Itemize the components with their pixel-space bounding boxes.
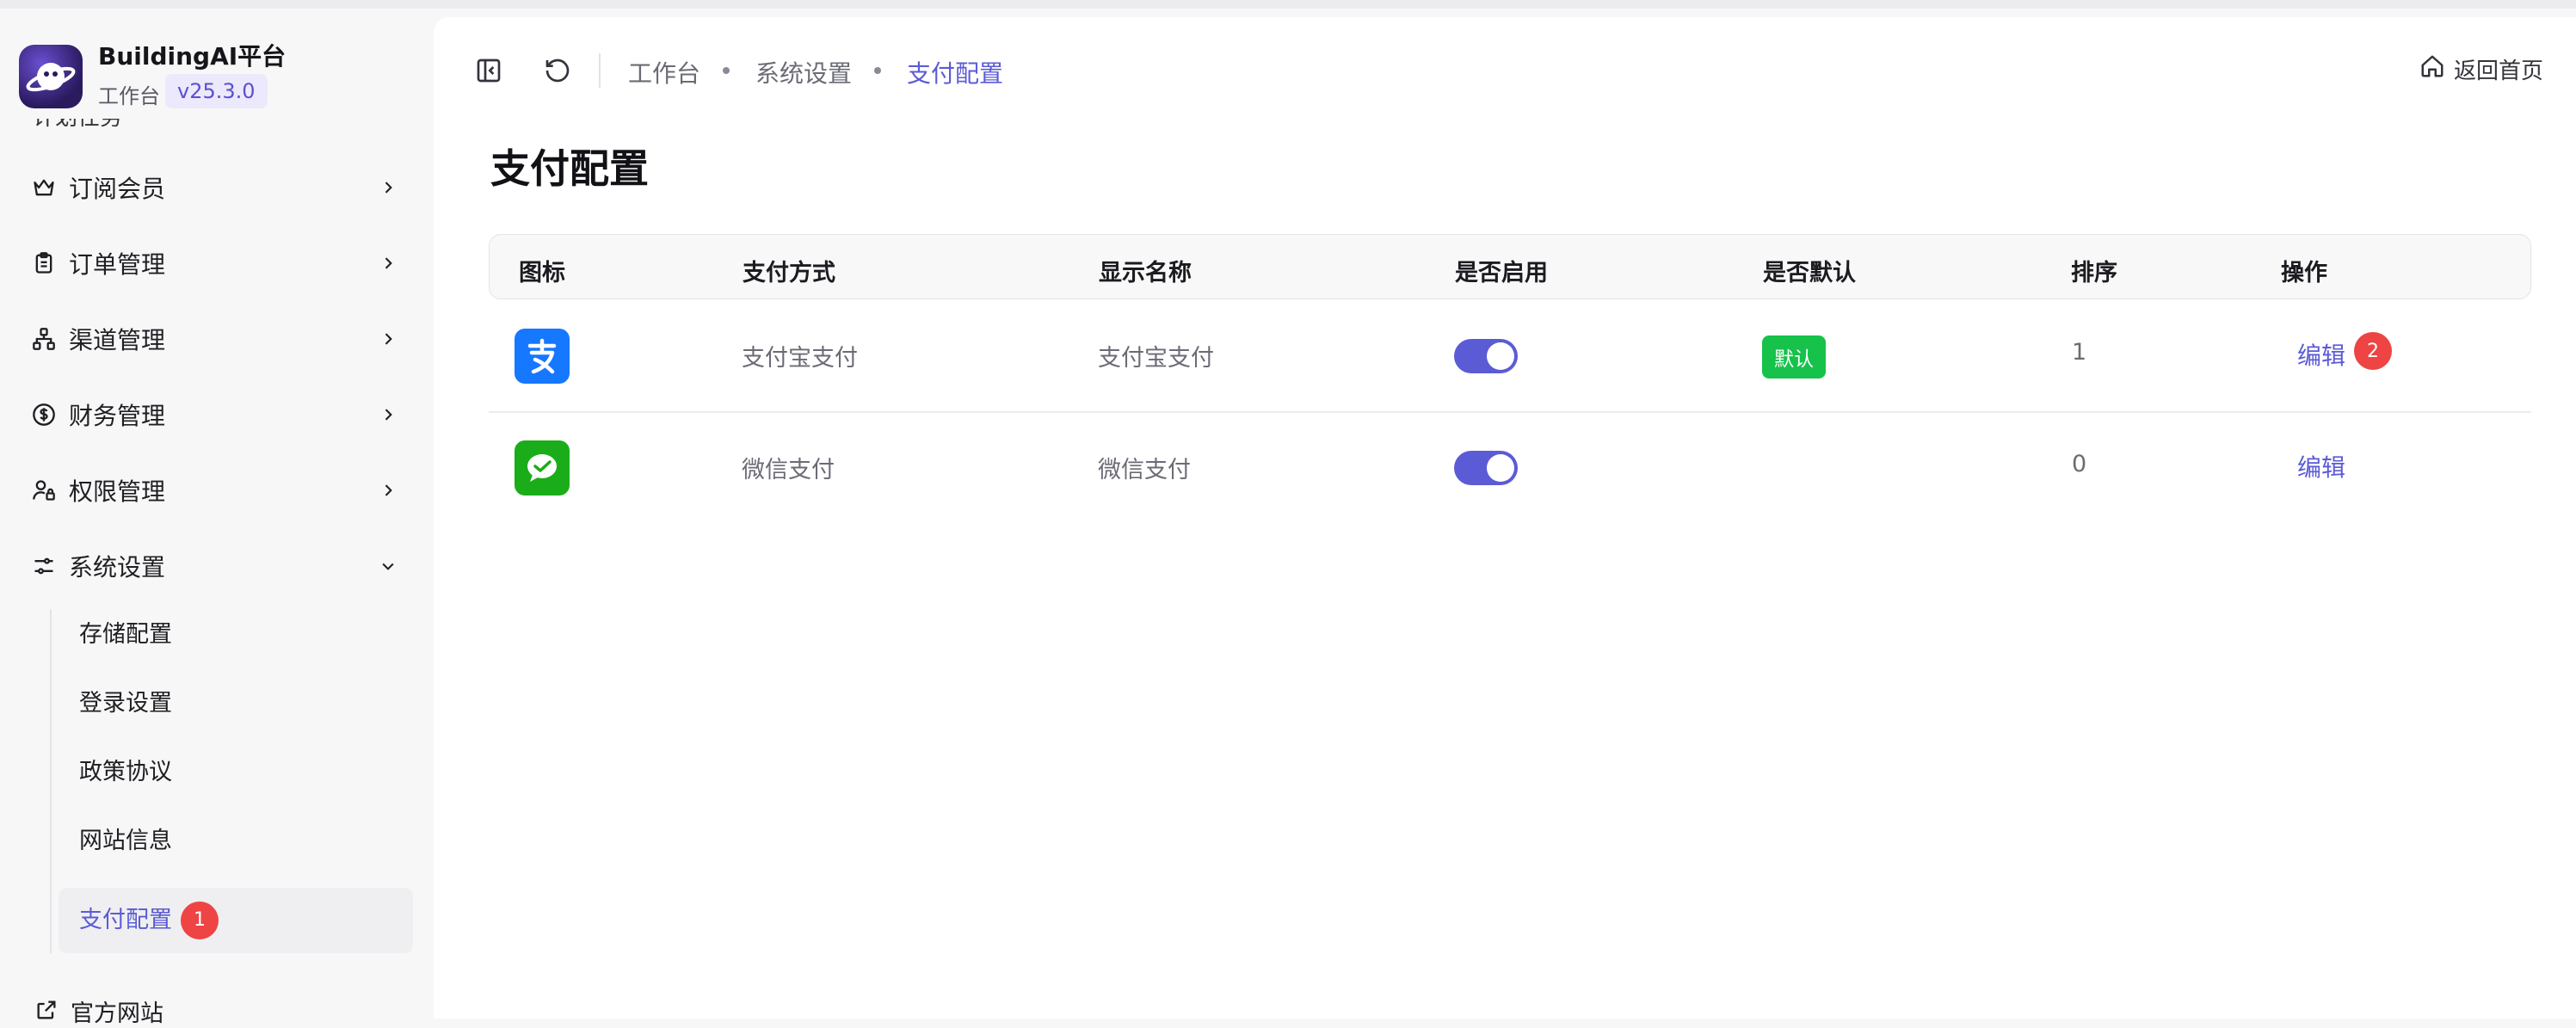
home-icon bbox=[2419, 53, 2445, 85]
breadcrumb-system-settings[interactable]: 系统设置 bbox=[755, 55, 852, 89]
breadcrumb-current: 支付配置 bbox=[907, 59, 1004, 88]
brand-name: BuildingAI平台 bbox=[98, 42, 287, 71]
payment-method: 微信支付 bbox=[742, 457, 835, 483]
header-divider bbox=[599, 53, 601, 88]
sidebar-item-subscription[interactable]: 订阅会员 bbox=[31, 162, 401, 213]
sidebar-item-label: 系统设置 bbox=[69, 553, 166, 582]
back-home-link[interactable]: 返回首页 bbox=[2419, 53, 2543, 85]
submenu-guide-line bbox=[50, 609, 52, 953]
sidebar-item-label: 订单管理 bbox=[69, 250, 166, 279]
step-badge: 2 bbox=[2354, 332, 2392, 370]
chevron-right-icon bbox=[375, 250, 401, 276]
display-name: 微信支付 bbox=[1098, 457, 1191, 483]
column-header-default: 是否默认 bbox=[1763, 260, 1856, 286]
alipay-icon bbox=[515, 329, 570, 384]
edit-button[interactable]: 编辑 bbox=[2297, 449, 2345, 483]
column-header-actions: 操作 bbox=[2281, 260, 2327, 286]
sidebar-item-finance[interactable]: 财务管理 bbox=[31, 389, 401, 440]
default-badge: 默认 bbox=[1762, 335, 1826, 379]
brand-logo bbox=[19, 45, 83, 108]
main-panel: 工作台 系统设置 支付配置 返回首页 支付配置 图标 支付方式 显示名称 是否启… bbox=[434, 17, 2576, 1019]
sidebar-item-label: 官方网站 bbox=[71, 1000, 163, 1027]
chevron-right-icon bbox=[375, 477, 401, 503]
user-lock-icon bbox=[31, 477, 57, 503]
sidebar-subitem-payment-label: 支付配置 bbox=[79, 907, 172, 933]
window-top-border bbox=[0, 0, 2576, 9]
dollar-circle-icon bbox=[31, 402, 57, 428]
clipboard-icon bbox=[31, 250, 57, 276]
brand-subtitle: 工作台 bbox=[98, 84, 160, 108]
breadcrumb-workbench[interactable]: 工作台 bbox=[628, 55, 700, 89]
table-row: 微信支付 微信支付 0 编辑 bbox=[489, 413, 2531, 523]
display-name: 支付宝支付 bbox=[1098, 345, 1214, 372]
sidebar-subitem-policy[interactable]: 政策协议 bbox=[79, 755, 172, 790]
chevron-right-icon bbox=[375, 326, 401, 352]
brand[interactable]: BuildingAI平台 工作台 v25.3.0 bbox=[19, 36, 423, 114]
breadcrumb-separator bbox=[723, 67, 730, 74]
column-header-display-name: 显示名称 bbox=[1099, 260, 1192, 286]
edit-button[interactable]: 编辑 bbox=[2297, 337, 2345, 372]
collapse-sidebar-icon[interactable] bbox=[471, 53, 506, 88]
sort-value: 0 bbox=[2072, 451, 2087, 477]
sidebar-item-permissions[interactable]: 权限管理 bbox=[31, 465, 401, 516]
enabled-toggle[interactable] bbox=[1454, 339, 1518, 373]
sidebar-item-label: 权限管理 bbox=[69, 477, 166, 506]
column-header-icon: 图标 bbox=[519, 260, 565, 286]
column-header-method: 支付方式 bbox=[743, 260, 835, 286]
table-row: 支付宝支付 支付宝支付 默认 1 编辑 2 bbox=[489, 301, 2531, 411]
sidebar-item-label: 财务管理 bbox=[69, 402, 166, 430]
sidebar-item-label: 订阅会员 bbox=[69, 175, 166, 203]
refresh-icon[interactable] bbox=[540, 53, 575, 88]
wechat-pay-icon bbox=[515, 440, 570, 496]
sidebar-subitem-site-info[interactable]: 网站信息 bbox=[79, 824, 172, 859]
table-header: 图标 支付方式 显示名称 是否启用 是否默认 排序 操作 bbox=[489, 234, 2531, 299]
sort-value: 1 bbox=[2072, 339, 2087, 366]
step-badge: 1 bbox=[181, 902, 219, 939]
column-header-sort: 排序 bbox=[2071, 260, 2117, 286]
chevron-right-icon bbox=[375, 175, 401, 200]
sliders-icon bbox=[31, 553, 57, 579]
sidebar-subitem-login[interactable]: 登录设置 bbox=[79, 686, 172, 721]
enabled-toggle[interactable] bbox=[1454, 451, 1518, 485]
back-home-label: 返回首页 bbox=[2453, 58, 2543, 84]
page-title: 支付配置 bbox=[490, 145, 649, 192]
sidebar: BuildingAI平台 工作台 v25.3.0 计划任务 订阅会员 订单管理 … bbox=[0, 9, 430, 1027]
chevron-down-icon bbox=[375, 553, 401, 579]
payment-method: 支付宝支付 bbox=[742, 345, 858, 372]
sidebar-item-orders[interactable]: 订单管理 bbox=[31, 237, 401, 289]
version-badge: v25.3.0 bbox=[165, 74, 268, 108]
sidebar-item-official-site[interactable]: 官方网站 bbox=[34, 994, 163, 1028]
sidebar-subitem-storage[interactable]: 存储配置 bbox=[79, 618, 172, 652]
breadcrumb-separator bbox=[874, 67, 881, 74]
external-link-icon bbox=[34, 998, 59, 1025]
sidebar-item-label: 渠道管理 bbox=[69, 326, 166, 354]
chevron-right-icon bbox=[375, 402, 401, 428]
sidebar-item-system-settings[interactable]: 系统设置 bbox=[31, 540, 401, 592]
column-header-enabled: 是否启用 bbox=[1455, 260, 1548, 286]
sidebar-item-channels[interactable]: 渠道管理 bbox=[31, 313, 401, 365]
clipped-menu-item: 计划任务 bbox=[33, 119, 170, 127]
network-icon bbox=[31, 326, 57, 352]
crown-icon bbox=[31, 175, 57, 200]
sidebar-subitem-payment-row[interactable]: 支付配置 1 bbox=[79, 902, 219, 939]
